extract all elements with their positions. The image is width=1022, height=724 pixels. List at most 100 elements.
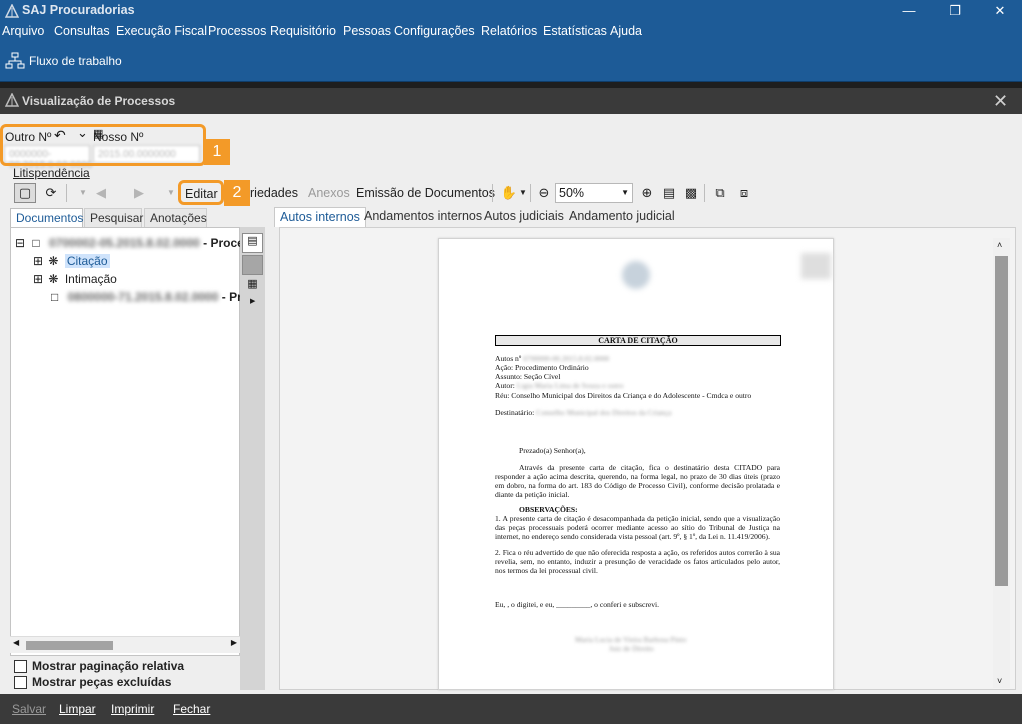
- menu-estatisticas[interactable]: Estatísticas: [543, 24, 607, 38]
- callout-number-2: 2: [224, 180, 250, 206]
- fit-width-icon[interactable]: ▤: [658, 183, 680, 203]
- menu-pessoas[interactable]: Pessoas: [343, 24, 391, 38]
- document-view-button[interactable]: ▢: [14, 183, 36, 203]
- salvar-button[interactable]: Salvar: [12, 702, 46, 716]
- workflow-icon[interactable]: [5, 52, 25, 70]
- excluidas-checkbox[interactable]: [14, 676, 27, 689]
- fit-page-icon[interactable]: ▩: [680, 183, 702, 203]
- fechar-button[interactable]: Fechar: [173, 702, 210, 716]
- refresh-icon[interactable]: ⟳: [40, 183, 62, 203]
- chevron-down-icon[interactable]: ▼: [621, 188, 629, 197]
- zoom-value: 50%: [559, 186, 585, 200]
- document-icon: □: [51, 290, 59, 304]
- anexos-button[interactable]: Anexos: [308, 186, 350, 200]
- tab-andamentos-internos[interactable]: Andamentos internos: [359, 207, 487, 227]
- tree-root-number: 0700002-05.2015.8.02.0000: [49, 236, 200, 250]
- saj-logo-icon: [5, 4, 19, 18]
- doc-signature-blur-2: Juiz de Direito: [609, 644, 654, 653]
- expand-arrow-icon[interactable]: ▶: [250, 297, 255, 305]
- doc-destinatario: Destinatário: Conselho Municipal dos Dir…: [495, 408, 671, 417]
- expand-icon[interactable]: ⊞: [33, 254, 43, 268]
- view-toggle-icon[interactable]: [242, 255, 263, 275]
- scroll-thumb[interactable]: [26, 641, 113, 650]
- paginacao-label: Mostrar paginação relativa: [32, 659, 185, 673]
- document-heading: CARTA DE CITAÇÃO: [495, 335, 781, 346]
- tree-root[interactable]: ⊟ □ 0700002-05.2015.8.02.0000 - Process: [15, 236, 257, 253]
- menu-consultas[interactable]: Consultas: [54, 24, 110, 38]
- doc-acao: Ação: Procedimento Ordinário: [495, 363, 589, 372]
- imprimir-button[interactable]: Imprimir: [111, 702, 154, 716]
- certificate-icon: ❋: [48, 254, 59, 268]
- app-titlebar: SAJ Procuradorias — ❐ ✕: [0, 0, 1022, 22]
- window-titlebar: Visualização de Processos ✕: [0, 88, 1022, 114]
- menu-bar: Arquivo Consultas Execução Fiscal Proces…: [0, 22, 1022, 42]
- tab-autos-judiciais[interactable]: Autos judiciais: [479, 207, 569, 227]
- callout-number-1: 1: [204, 139, 230, 165]
- doc-obs-1: 1. A presente carta de citação é desacom…: [495, 514, 780, 541]
- litispendencia-link[interactable]: Litispendência: [13, 166, 90, 180]
- zoom-select[interactable]: 50% ▼: [555, 183, 633, 203]
- doc-destinatario-label: Destinatário:: [495, 408, 535, 417]
- tab-documentos[interactable]: Documentos: [10, 208, 83, 227]
- collapse-icon[interactable]: ⊟: [15, 236, 25, 250]
- callout-highlight-2: [178, 180, 224, 205]
- doc-obs-title: OBSERVAÇÕES:: [519, 505, 578, 514]
- paginacao-checkbox[interactable]: [14, 660, 27, 673]
- vertical-scrollbar[interactable]: ˄ ˅: [993, 238, 1010, 688]
- horizontal-scrollbar[interactable]: ◀ ▶: [10, 636, 240, 653]
- app-title: SAJ Procuradorias: [22, 3, 135, 17]
- emissao-documentos-button[interactable]: Emissão de Documentos: [356, 186, 495, 200]
- court-seal-icon: [622, 261, 650, 289]
- excluidas-label: Mostrar peças excluídas: [32, 675, 172, 689]
- doc-signature-line: Eu, , o digitei, e eu, _________, o conf…: [495, 600, 660, 609]
- scroll-down-icon[interactable]: ˅: [997, 676, 1002, 686]
- doc-destinatario-value: Conselho Municipal dos Direitos da Crian…: [536, 408, 672, 417]
- workflow-link[interactable]: Fluxo de trabalho: [29, 54, 122, 68]
- next-arrow-icon[interactable]: ▶: [128, 183, 150, 203]
- expand-icon[interactable]: ⊞: [33, 272, 43, 286]
- export-document-icon[interactable]: ⧉: [709, 183, 731, 203]
- doc-reu: Réu: Conselho Municipal dos Direitos da …: [495, 391, 752, 400]
- callout-highlight-1: [0, 124, 206, 166]
- menu-processos[interactable]: Processos: [208, 24, 266, 38]
- minimize-icon[interactable]: —: [886, 0, 932, 22]
- propriedades-button[interactable]: riedades: [250, 186, 298, 200]
- limpar-button[interactable]: Limpar: [59, 702, 96, 716]
- toolbar-separator: [530, 184, 531, 202]
- doc-autos: Autos nº 0700000-00.2015.8.02.0000: [495, 354, 609, 363]
- toolbar-separator: [66, 184, 67, 202]
- window-logo-icon: [5, 93, 19, 107]
- scroll-right-icon[interactable]: ▶: [231, 638, 237, 647]
- tab-pesquisar[interactable]: Pesquisar: [84, 208, 143, 227]
- previous-arrow-icon[interactable]: ◀: [90, 183, 112, 203]
- tab-anotacoes[interactable]: Anotações: [144, 208, 207, 227]
- menu-execucao-fiscal[interactable]: Execução Fiscal: [116, 24, 207, 38]
- copy-document-icon[interactable]: ⧈: [733, 183, 755, 203]
- scroll-up-icon[interactable]: ˄: [997, 240, 1002, 250]
- add-note-icon[interactable]: ▤: [242, 233, 263, 253]
- zoom-in-icon[interactable]: ⊕: [636, 183, 658, 203]
- list-view-icon[interactable]: ▦: [242, 277, 263, 297]
- menu-arquivo[interactable]: Arquivo: [2, 24, 44, 38]
- menu-configuracoes[interactable]: Configurações: [394, 24, 475, 38]
- menu-requisitorio[interactable]: Requisitório: [270, 24, 336, 38]
- zoom-out-icon[interactable]: ⊖: [533, 183, 555, 203]
- doc-obs-2: 2. Fica o réu advertido de que não ofere…: [495, 548, 780, 575]
- doc-autos-value: 0700000-00.2015.8.02.0000: [523, 354, 610, 363]
- tree-item-child-process[interactable]: □ 0800000-71.2015.8.02.0000 - Pro: [51, 290, 249, 307]
- scroll-left-icon[interactable]: ◀: [13, 638, 19, 647]
- menu-ajuda[interactable]: Ajuda: [610, 24, 642, 38]
- menu-relatorios[interactable]: Relatórios: [481, 24, 537, 38]
- tab-andamento-judicial[interactable]: Andamento judicial: [564, 207, 680, 227]
- close-app-icon[interactable]: ✕: [977, 0, 1022, 22]
- document-page: CARTA DE CITAÇÃO Autos nº 0700000-00.201…: [438, 238, 834, 690]
- close-window-icon[interactable]: ✕: [993, 91, 1008, 112]
- tree-item-citacao[interactable]: ⊞ ❋ Citação: [33, 254, 110, 271]
- doc-autos-label: Autos nº: [495, 354, 522, 363]
- restore-icon[interactable]: ❐: [932, 0, 978, 22]
- scroll-thumb[interactable]: [995, 256, 1008, 586]
- document-tree: ⊟ □ 0700002-05.2015.8.02.0000 - Process …: [10, 227, 257, 656]
- tree-item-intimacao[interactable]: ⊞ ❋ Intimação: [33, 272, 117, 289]
- tab-autos-internos[interactable]: Autos internos: [274, 207, 366, 227]
- doc-autor-label: Autor:: [495, 381, 515, 390]
